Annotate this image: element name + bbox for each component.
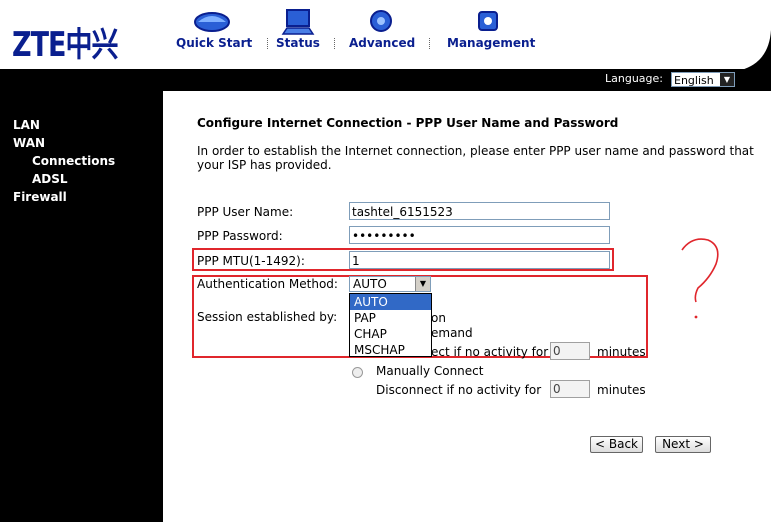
back-button[interactable]: < Back: [590, 436, 643, 453]
auth-option-auto[interactable]: AUTO: [350, 294, 431, 310]
sidebar-item-wan[interactable]: WAN: [13, 136, 45, 150]
header-corner-curve: [741, 0, 771, 70]
nav-separator: [267, 38, 269, 49]
auth-method-select[interactable]: AUTO ▼: [349, 276, 431, 292]
chevron-down-icon: ▼: [415, 277, 430, 291]
password-label: PPP Password:: [197, 229, 283, 243]
idle-timeout-unit: minutes: [597, 345, 646, 359]
username-input[interactable]: tashtel_6151523: [349, 202, 610, 220]
manual-idle-timeout-unit: minutes: [597, 383, 646, 397]
auth-option-mschap[interactable]: MSCHAP: [350, 342, 431, 358]
chevron-down-icon: ▼: [720, 73, 734, 86]
auth-option-pap[interactable]: PAP: [350, 310, 431, 326]
auth-method-label: Authentication Method:: [197, 277, 338, 291]
auth-method-dropdown: AUTO PAP CHAP MSCHAP: [349, 293, 432, 357]
nav-quick-start[interactable]: Quick Start: [176, 0, 252, 60]
nav-management[interactable]: Management: [447, 0, 535, 60]
management-icon: [478, 11, 498, 31]
sidebar-item-lan[interactable]: LAN: [13, 118, 40, 132]
sidebar-item-firewall[interactable]: Firewall: [13, 190, 67, 204]
session-option-text-2: emand: [431, 326, 473, 340]
next-button[interactable]: Next >: [655, 436, 711, 453]
nav-status[interactable]: Status: [276, 0, 322, 60]
auth-method-selected: AUTO: [353, 277, 387, 291]
nav-separator: [429, 38, 431, 49]
username-label: PPP User Name:: [197, 205, 294, 219]
manual-connect-label: Manually Connect: [376, 364, 484, 378]
auth-option-chap[interactable]: CHAP: [350, 326, 431, 342]
sidebar-item-connections[interactable]: Connections: [32, 154, 115, 168]
page-title: Configure Internet Connection - PPP User…: [197, 116, 619, 130]
nav-separator: [334, 38, 336, 49]
top-header: ZTE中兴 Quick Start Status Advanced Manage…: [0, 0, 771, 70]
quick-start-icon: [194, 12, 230, 32]
zte-logo: ZTE中兴: [12, 25, 118, 65]
language-select[interactable]: English ▼: [671, 72, 735, 87]
manual-idle-timeout-input[interactable]: 0: [550, 380, 590, 398]
manual-disconnect-label: Disconnect if no activity for: [376, 383, 542, 397]
idle-timeout-input[interactable]: 0: [550, 342, 590, 360]
manual-connect-radio[interactable]: [352, 367, 363, 378]
nav-advanced[interactable]: Advanced: [349, 0, 415, 60]
mtu-label: PPP MTU(1-1492):: [197, 254, 305, 268]
page-description: In order to establish the Internet conne…: [197, 144, 754, 172]
language-selected-value: English: [674, 74, 714, 87]
session-option-text-1: on: [431, 311, 446, 325]
question-mark-annotation: [681, 238, 719, 319]
mtu-input[interactable]: 1: [349, 251, 610, 269]
status-monitor-icon: [281, 9, 315, 35]
session-label: Session established by:: [197, 310, 338, 324]
password-input[interactable]: •••••••••: [349, 226, 610, 244]
advanced-chip-icon: [370, 10, 392, 32]
session-option-text-3: ect if no activity for: [431, 345, 549, 359]
sidebar-item-adsl[interactable]: ADSL: [32, 172, 68, 186]
